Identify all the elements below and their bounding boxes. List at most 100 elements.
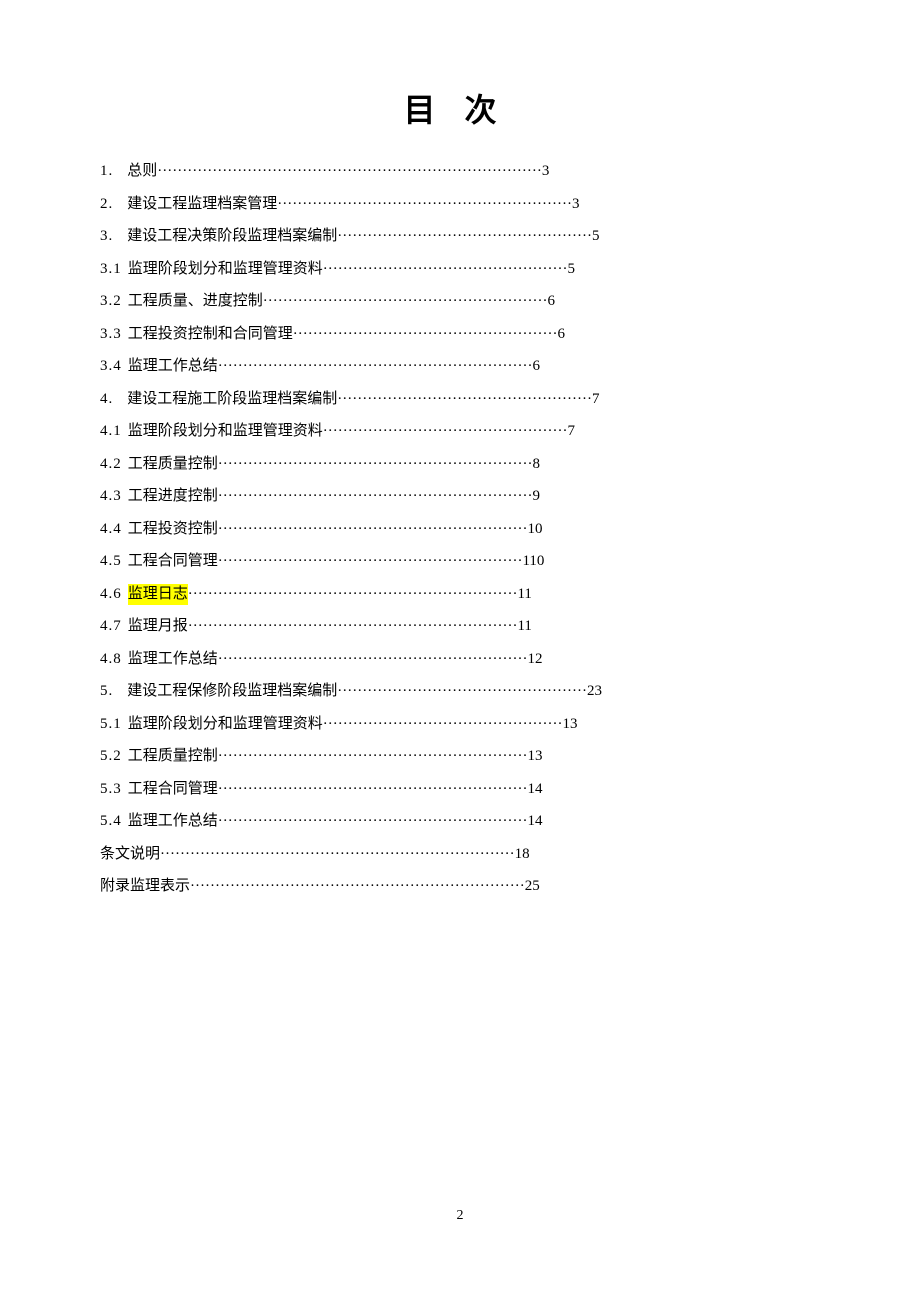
toc-entry-label: 监理阶段划分和监理管理资料: [128, 421, 323, 442]
toc-leader-dots: ········································…: [337, 226, 592, 247]
page-title: 目 次: [100, 85, 810, 131]
toc-leader-dots: ········································…: [337, 389, 592, 410]
toc-entry-page: 18: [515, 844, 530, 865]
toc-entry-label: 工程进度控制: [128, 486, 218, 507]
toc-entry-page: 10: [527, 519, 542, 540]
toc-entry-number: 1.: [100, 161, 113, 182]
toc-entry-label: 监理日志: [128, 584, 188, 605]
toc-entry: 1. 总则····································…: [100, 161, 810, 182]
toc-entry-page: 8: [532, 454, 540, 475]
toc-entry: 2. 建设工程监理档案管理····························…: [100, 194, 810, 215]
toc-entry-number: 4.1: [100, 421, 122, 442]
toc-leader-dots: ········································…: [218, 551, 523, 572]
toc-leader-dots: ········································…: [218, 746, 528, 767]
toc-entry-label: 工程合同管理: [128, 779, 218, 800]
toc-leader-dots: ········································…: [160, 844, 515, 865]
toc-entry-label: 条文说明: [100, 844, 160, 865]
toc-entry: 5.2工程质量控制·······························…: [100, 746, 810, 767]
toc-entry: 3.3 工程投资控制和合同管理··························…: [100, 324, 810, 345]
toc-entry: 5.4监理工作总结·······························…: [100, 811, 810, 832]
toc-entry-label: 建设工程施工阶段监理档案编制: [127, 389, 337, 410]
toc-entry-page: 3: [572, 194, 580, 215]
toc-entry-number: 5.4: [100, 811, 122, 832]
toc-entry-number: 4.5: [100, 551, 122, 572]
toc-entry-page: 7: [568, 421, 576, 442]
toc-entry-page: 110: [522, 551, 544, 572]
toc-entry-number: 2.: [100, 194, 113, 215]
toc-entry-number: 3.4: [100, 356, 122, 377]
toc-entry-label: 建设工程决策阶段监理档案编制: [127, 226, 337, 247]
toc-entry: 3.4 监理工作总结·······························…: [100, 356, 810, 377]
toc-entry-label: 工程投资控制和合同管理: [128, 324, 293, 345]
toc-leader-dots: ········································…: [323, 421, 568, 442]
toc-entry-page: 6: [548, 291, 556, 312]
toc-leader-dots: ········································…: [263, 291, 548, 312]
toc-entry-number: 5.3: [100, 779, 122, 800]
toc-entry-page: 11: [517, 616, 531, 637]
toc-entry-page: 25: [525, 876, 540, 897]
toc-entry-page: 12: [527, 649, 542, 670]
toc-entry-number: 4.4: [100, 519, 122, 540]
toc-leader-dots: ········································…: [157, 161, 542, 182]
toc-leader-dots: ········································…: [190, 876, 525, 897]
toc-entry-page: 6: [532, 356, 540, 377]
toc-entry: 条文说明····································…: [100, 844, 810, 865]
toc-entry-page: 5: [592, 226, 600, 247]
toc-leader-dots: ········································…: [218, 649, 528, 670]
toc-entry-label: 监理月报: [128, 616, 188, 637]
toc-entry: 附录监理表示··································…: [100, 876, 810, 897]
toc-leader-dots: ········································…: [218, 454, 533, 475]
toc-entry-number: 5.1: [100, 714, 122, 735]
toc-entry-number: 3.2: [100, 291, 122, 312]
toc-entry-label: 建设工程监理档案管理: [127, 194, 277, 215]
toc-leader-dots: ········································…: [293, 324, 558, 345]
toc-entry-label: 监理阶段划分和监理管理资料: [128, 714, 323, 735]
toc-entry-label: 监理工作总结: [128, 356, 218, 377]
toc-entry-number: 4.3: [100, 486, 122, 507]
toc-entry-label: 工程质量、进度控制: [128, 291, 263, 312]
toc-entry: 4. 建设工程施工阶段监理档案编制························…: [100, 389, 810, 410]
toc-leader-dots: ········································…: [323, 714, 563, 735]
toc-entry: 4.1 监理阶段划分和监理管理资料························…: [100, 421, 810, 442]
toc-entry-label: 工程投资控制: [128, 519, 218, 540]
toc-entry-page: 23: [587, 681, 602, 702]
toc-entry-page: 9: [532, 486, 540, 507]
toc-leader-dots: ········································…: [218, 811, 528, 832]
toc-entry: 4.7监理月报·································…: [100, 616, 810, 637]
toc-entry: 4.4 工程投资控制·······························…: [100, 519, 810, 540]
toc-entry-page: 5: [568, 259, 576, 280]
toc-entry-page: 14: [527, 811, 542, 832]
toc-entry-page: 3: [542, 161, 550, 182]
toc-entry-number: 4.7: [100, 616, 122, 637]
toc-entry-number: 4.6: [100, 584, 122, 605]
toc-leader-dots: ········································…: [277, 194, 572, 215]
toc-entry-label: 工程合同管理: [128, 551, 218, 572]
toc-entry-number: 4.8: [100, 649, 122, 670]
toc-entry: 3. 建设工程决策阶段监理档案编制························…: [100, 226, 810, 247]
toc-entry: 3.2 工程质量、进度控制····························…: [100, 291, 810, 312]
toc-leader-dots: ········································…: [337, 681, 587, 702]
toc-leader-dots: ········································…: [218, 356, 533, 377]
toc-entry-page: 7: [592, 389, 600, 410]
toc-entry: 4.8监理工作总结·······························…: [100, 649, 810, 670]
page-number-footer: 2: [0, 1208, 920, 1224]
toc-entry-number: 3.: [100, 226, 113, 247]
toc-entry: 4.2工程质量控制·······························…: [100, 454, 810, 475]
table-of-contents: 1.总则····································…: [100, 161, 810, 897]
toc-entry-label: 附录监理表示: [100, 876, 190, 897]
toc-entry-label: 监理阶段划分和监理管理资料: [128, 259, 323, 280]
toc-entry: 4.6监理日志·································…: [100, 584, 810, 605]
toc-leader-dots: ········································…: [218, 779, 528, 800]
toc-entry: 3.1监理阶段划分和监理管理资料························…: [100, 259, 810, 280]
toc-entry: 4.3 工程进度控制·······························…: [100, 486, 810, 507]
toc-leader-dots: ········································…: [218, 519, 528, 540]
toc-entry-label: 工程质量控制: [128, 454, 218, 475]
toc-entry-label: 建设工程保修阶段监理档案编制: [127, 681, 337, 702]
toc-entry-label: 工程质量控制: [128, 746, 218, 767]
toc-entry-label: 总则: [127, 161, 157, 182]
toc-entry-number: 4.: [100, 389, 113, 410]
toc-entry-page: 14: [527, 779, 542, 800]
toc-entry-page: 6: [558, 324, 566, 345]
toc-leader-dots: ········································…: [218, 486, 533, 507]
toc-entry-number: 3.3: [100, 324, 122, 345]
